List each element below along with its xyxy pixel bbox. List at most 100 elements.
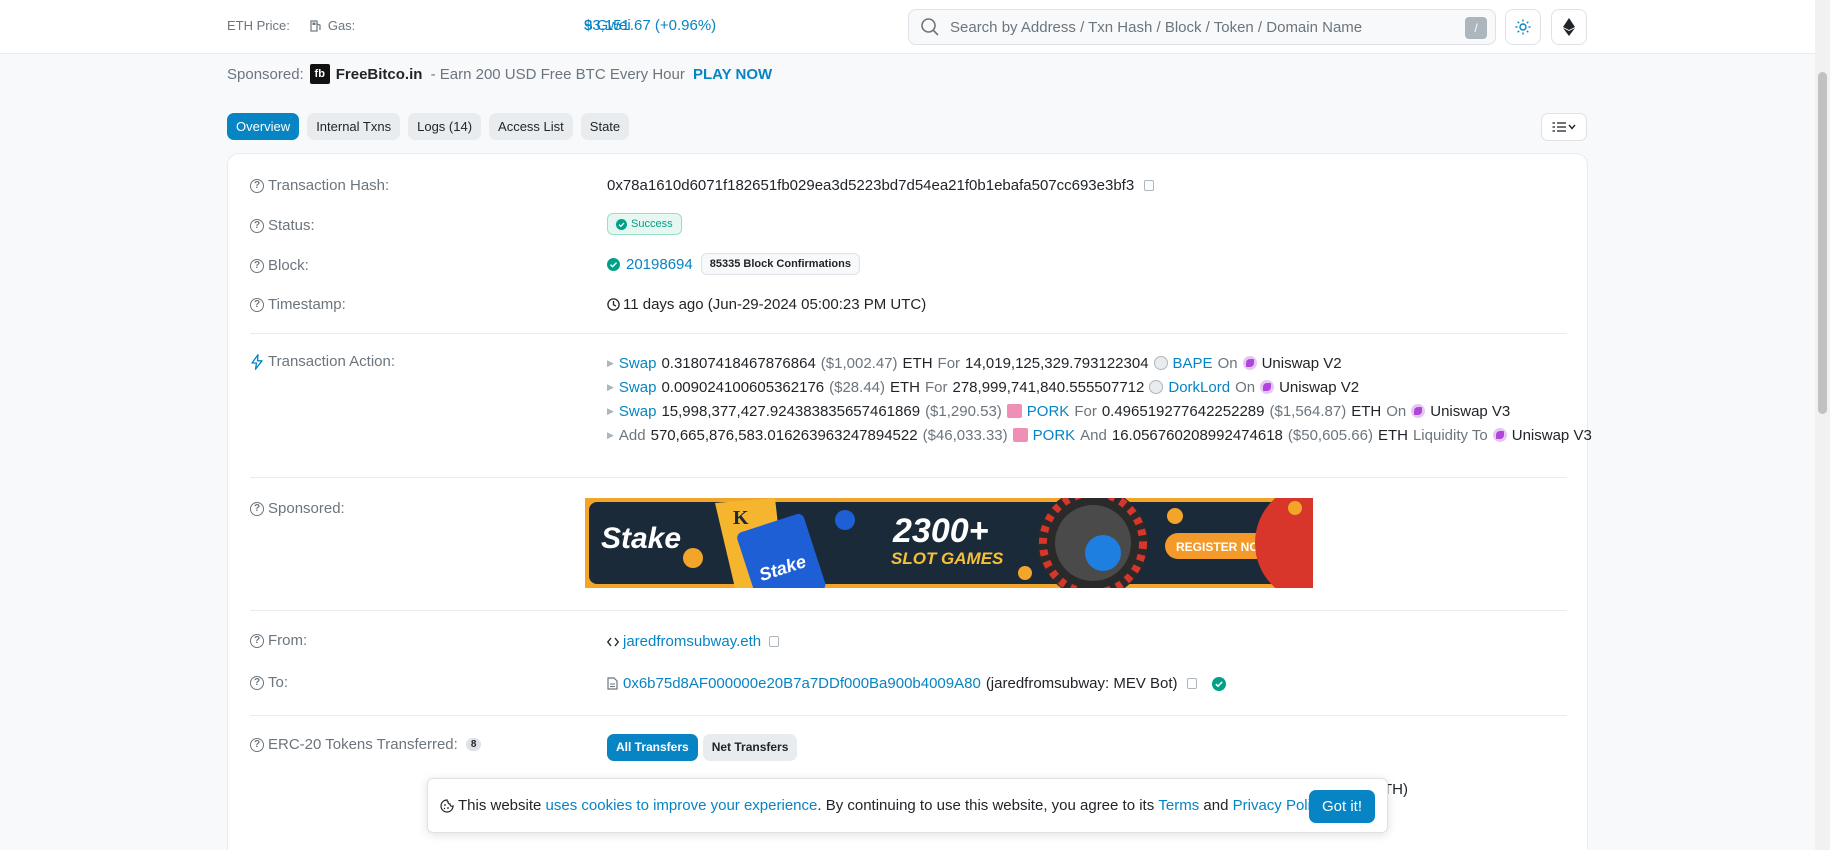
action-token2: ETH (1377, 426, 1408, 444)
action-usd: ($28.44) (829, 378, 885, 396)
to-row: ? To: 0x6b75d8AF000000e20B7a7DDf000Ba900b… (250, 672, 1567, 698)
uniswap-icon (1242, 356, 1257, 370)
search-input[interactable] (950, 18, 1450, 36)
erc20-label: ? ERC-20 Tokens Transferred: 8 (250, 736, 482, 753)
cookie-text-and: and (1199, 797, 1233, 814)
tx-hash-text: 0x78a1610d6071f182651fb029ea3d5223bd7d54… (607, 177, 1135, 194)
tab-state[interactable]: State (580, 113, 630, 140)
copy-icon[interactable] (769, 636, 780, 647)
timestamp-label-text: Timestamp: (268, 296, 346, 313)
chevron-down-icon (1568, 124, 1576, 130)
action-token2: ETH (1351, 402, 1382, 420)
search-box[interactable]: / (908, 9, 1496, 45)
action-verb-link[interactable]: Swap (619, 355, 657, 372)
ethereum-icon (1563, 18, 1575, 36)
theme-toggle-button[interactable] (1505, 9, 1541, 45)
help-icon[interactable]: ? (250, 737, 264, 752)
token-link-dorklord[interactable]: DorkLord (1168, 379, 1230, 396)
action-amount: 0.31807418467876864 (661, 354, 816, 372)
terms-link[interactable]: Terms (1158, 797, 1199, 814)
check-circle-icon (607, 257, 620, 271)
divider (250, 610, 1567, 611)
help-icon[interactable]: ? (250, 297, 264, 312)
verified-check-icon (1211, 676, 1226, 691)
help-icon[interactable]: ? (250, 501, 264, 516)
cookie-text-middle: . By continuing to use this website, you… (817, 797, 1159, 814)
action-on: On (1217, 354, 1238, 372)
action-verb-link[interactable]: Swap (619, 379, 657, 396)
help-icon[interactable]: ? (250, 178, 264, 193)
action-token: ETH (890, 378, 920, 396)
copy-icon[interactable] (1186, 678, 1197, 689)
cookie-text-prefix: This website (458, 797, 546, 814)
caret-right-icon: ▶ (607, 405, 614, 416)
tx-action-list: ▶ Swap 0.31807418467876864 ($1,002.47) E… (607, 351, 1592, 447)
help-icon[interactable]: ? (250, 633, 264, 648)
from-label-text: From: (268, 632, 308, 649)
block-number-link[interactable]: 20198694 (626, 256, 693, 273)
uniswap-icon (1411, 404, 1426, 418)
got-it-button[interactable]: Got it! (1308, 790, 1375, 823)
network-button[interactable] (1551, 9, 1587, 45)
sponsor-cta-link[interactable]: PLAY NOW (693, 66, 772, 83)
page-scrollbar[interactable] (1815, 0, 1830, 850)
block-value: 20198694 85335 Block Confirmations (607, 253, 860, 275)
sponsored-label-text: Sponsored: (268, 500, 345, 517)
timestamp-label: ? Timestamp: (250, 296, 346, 313)
cookie-policy-link[interactable]: uses cookies to improve your experience (546, 797, 818, 814)
action-on: On (1386, 402, 1407, 420)
action-dex: Uniswap V2 (1279, 378, 1360, 396)
contract-file-icon (607, 677, 618, 690)
tab-access-list[interactable]: Access List (489, 113, 573, 140)
token-link-pork[interactable]: PORK (1027, 403, 1070, 420)
action-for: For (925, 378, 948, 396)
all-transfers-tab[interactable]: All Transfers (607, 734, 698, 761)
clock-icon (607, 298, 620, 311)
confirmations-badge: 85335 Block Confirmations (700, 253, 860, 275)
gas-label: Gas: (327, 18, 356, 33)
from-address-link[interactable]: jaredfromsubway.eth (623, 633, 761, 650)
stake-ad-banner[interactable]: Stake Stake K 2300+ SLOT GAMES REGISTER … (585, 498, 1313, 588)
action-verb-link[interactable]: Swap (619, 403, 657, 420)
tab-overview[interactable]: Overview (227, 113, 300, 140)
freebitcoin-logo-icon: fb (309, 64, 330, 84)
help-icon[interactable]: ? (250, 675, 264, 690)
action-amount: 0.009024100605362176 (661, 378, 825, 396)
stats-bar: ETH Price: $3,151.67 (+0.96%) Gas: 9 Gwe… (227, 17, 716, 34)
token-link-pork[interactable]: PORK (1033, 427, 1076, 444)
ad-headline: 2300+ (892, 512, 989, 550)
action-usd: ($46,033.33) (922, 426, 1008, 444)
to-address-link[interactable]: 0x6b75d8AF000000e20B7a7DDf000Ba900b4009A… (623, 675, 981, 692)
dorklord-token-icon (1149, 380, 1164, 394)
caret-right-icon: ▶ (607, 429, 614, 440)
lightning-icon (251, 353, 263, 370)
card-letter: K (733, 507, 749, 529)
help-icon[interactable]: ? (250, 258, 264, 273)
action-token: ETH (902, 354, 933, 372)
stake-logo: Stake (601, 522, 681, 555)
scrollbar-thumb[interactable] (1818, 72, 1827, 414)
tx-hash-label: ? Transaction Hash: (250, 177, 389, 194)
uniswap-icon (1260, 380, 1275, 394)
status-label-text: Status: (268, 217, 315, 234)
gas-link[interactable]: 9 Gwei (584, 17, 631, 34)
action-and: And (1080, 426, 1107, 444)
sponsor-brand[interactable]: FreeBitco.in (336, 66, 423, 83)
copy-icon[interactable] (1144, 180, 1155, 191)
tab-logs[interactable]: Logs (14) (408, 113, 482, 140)
block-label-text: Block: (268, 257, 309, 274)
net-transfers-tab[interactable]: Net Transfers (702, 734, 798, 761)
timestamp-row: ? Timestamp: 11 days ago (Jun-29-2024 05:… (250, 294, 1567, 318)
status-badge: Success (607, 213, 682, 235)
transfer-tabs: All Transfers Net Transfers (607, 734, 798, 761)
sponsored-label: Sponsored: (227, 65, 304, 83)
help-icon[interactable]: ? (250, 218, 264, 233)
status-label: ? Status: (250, 217, 315, 234)
search-shortcut-badge: / (1465, 17, 1487, 39)
view-options-button[interactable] (1541, 113, 1587, 141)
token-link-bape[interactable]: BAPE (1173, 355, 1213, 372)
tx-hash-label-text: Transaction Hash: (268, 177, 390, 194)
tab-internal-txns[interactable]: Internal Txns (307, 113, 401, 140)
from-label: ? From: (250, 632, 307, 649)
from-row: ? From: jaredfromsubway.eth (250, 630, 1567, 656)
